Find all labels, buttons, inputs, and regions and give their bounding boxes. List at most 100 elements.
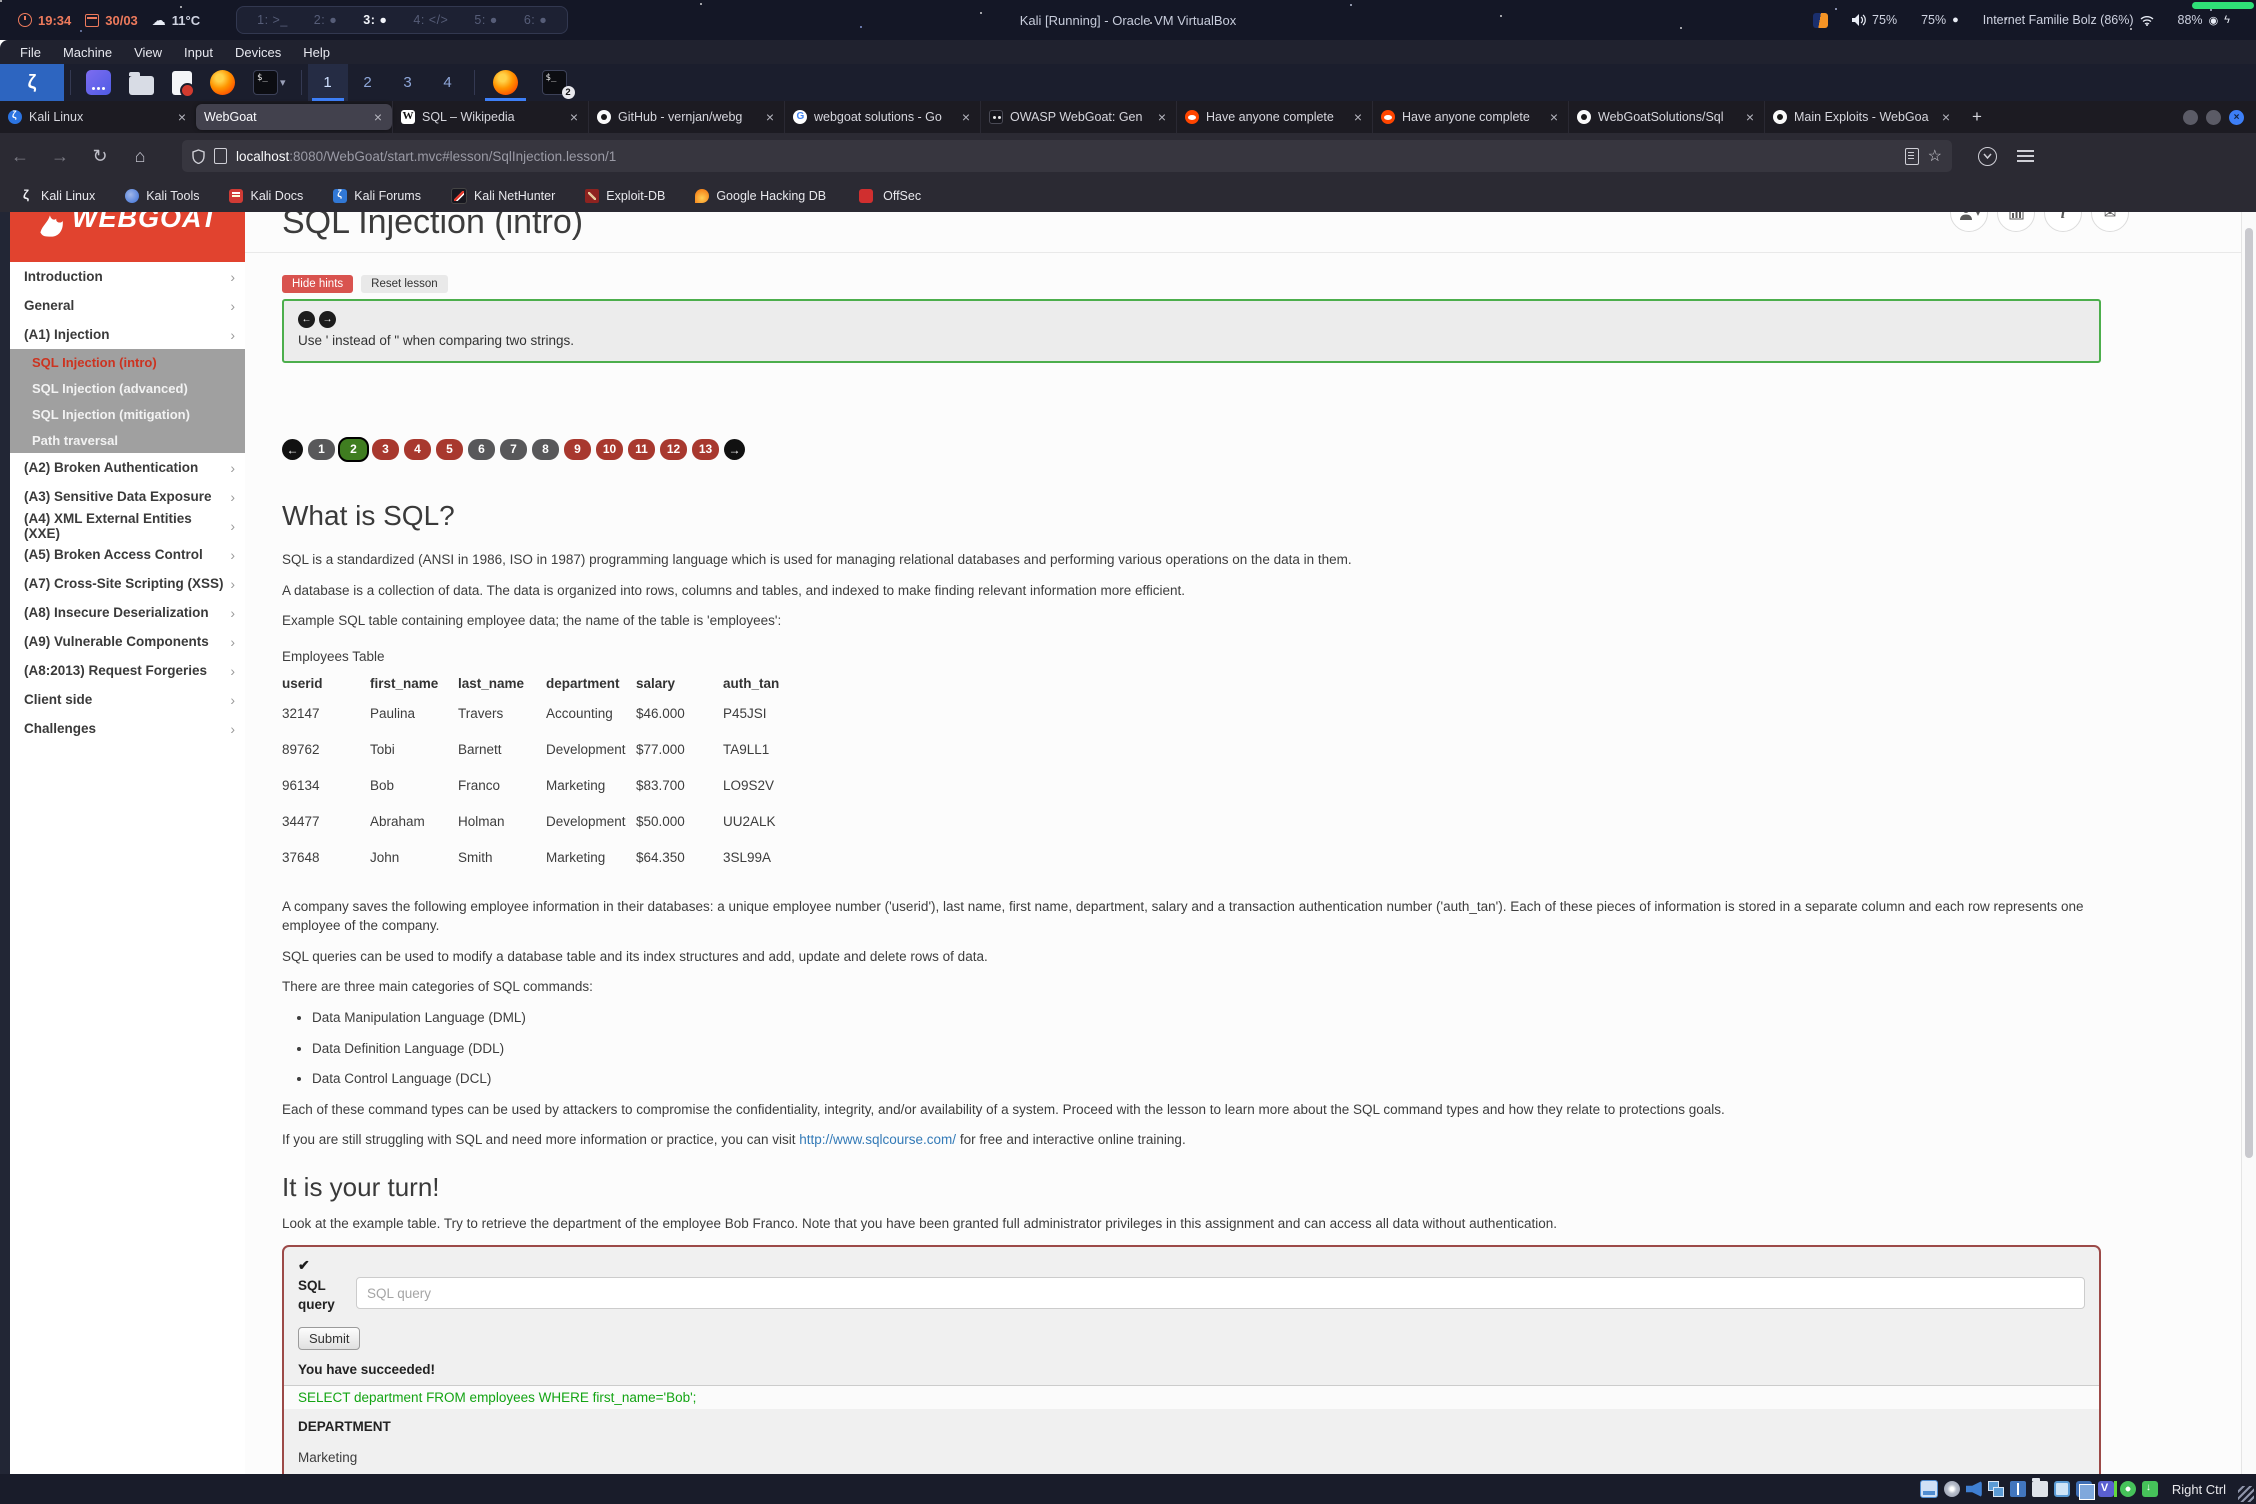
bookmark-item[interactable]: Kali Forums: [333, 189, 421, 203]
maximize-button[interactable]: [2206, 110, 2221, 125]
page-pill-5[interactable]: 5: [436, 439, 463, 460]
next-page-button[interactable]: →: [724, 439, 745, 460]
sidebar-item[interactable]: (A2) Broken Authentication›: [10, 453, 245, 482]
menu-devices[interactable]: Devices: [225, 45, 291, 60]
kali-workspace-4[interactable]: 4: [428, 64, 468, 101]
menu-view[interactable]: View: [124, 45, 172, 60]
windows-status-icon[interactable]: [2076, 1481, 2092, 1497]
terminal-launcher-button[interactable]: $_▾: [244, 64, 295, 101]
sidebar-item[interactable]: (A5) Broken Access Control›: [10, 540, 245, 569]
browser-tab[interactable]: GitHub - vernjan/webg×: [588, 101, 784, 133]
bookmark-item[interactable]: Kali Tools: [125, 189, 199, 203]
tab-close-icon[interactable]: ×: [1744, 109, 1756, 125]
battery-indicator[interactable]: 88%◉ϟ: [2178, 13, 2230, 27]
browser-tab[interactable]: Kali Linux×: [0, 101, 196, 133]
reader-mode-icon[interactable]: [1905, 148, 1919, 165]
browser-tab[interactable]: OWASP WebGoat: Gen×: [980, 101, 1176, 133]
browser-tab[interactable]: Main Exploits - WebGoa×: [1764, 101, 1960, 133]
pocket-icon[interactable]: [1978, 147, 1997, 166]
scoreboard-button[interactable]: [1997, 212, 2035, 232]
text-editor-button[interactable]: [163, 64, 201, 101]
page-pill-13[interactable]: 13: [692, 439, 719, 460]
page-pill-2[interactable]: 2: [338, 437, 369, 462]
sidebar-item[interactable]: (A7) Cross-Site Scripting (XSS)›: [10, 569, 245, 598]
host-workspace[interactable]: 4: </>: [413, 13, 448, 27]
tab-close-icon[interactable]: ×: [764, 109, 776, 125]
sidebar-item[interactable]: (A8) Insecure Deserialization›: [10, 598, 245, 627]
tab-close-icon[interactable]: ×: [1352, 109, 1364, 125]
page-pill-7[interactable]: 7: [500, 439, 527, 460]
kali-workspace-3[interactable]: 3: [388, 64, 428, 101]
folder-status-icon[interactable]: [2032, 1481, 2048, 1497]
new-tab-button[interactable]: +: [1960, 107, 1994, 127]
brightness-indicator[interactable]: 75%●: [1921, 13, 1959, 27]
firefox-window-button[interactable]: [481, 64, 530, 101]
sidebar-item[interactable]: SQL Injection (intro): [10, 349, 245, 375]
page-pill-10[interactable]: 10: [596, 439, 623, 460]
sidebar-item[interactable]: SQL Injection (advanced): [10, 375, 245, 401]
sidebar-item[interactable]: Path traversal: [10, 427, 245, 453]
bookmark-item[interactable]: Google Hacking DB: [695, 189, 826, 203]
sidebar-item[interactable]: Challenges›: [10, 714, 245, 743]
user-menu-button[interactable]: ▾: [1950, 212, 1988, 232]
net-status-icon[interactable]: [1988, 1481, 2004, 1497]
page-pill-11[interactable]: 11: [628, 439, 655, 460]
reload-button[interactable]: ↻: [80, 146, 120, 167]
hide-hints-button[interactable]: Hide hints: [282, 275, 353, 293]
bookmark-item[interactable]: Kali Docs: [229, 189, 303, 203]
menu-hamburger-icon[interactable]: [2017, 155, 2034, 157]
contact-button[interactable]: ✉: [2091, 212, 2129, 232]
audio-status-icon[interactable]: [1966, 1481, 1982, 1497]
close-window-button[interactable]: ×: [2229, 110, 2244, 125]
bookmark-item[interactable]: Kali Linux: [20, 189, 95, 203]
bookmark-item[interactable]: OffSec: [856, 189, 921, 203]
kali-workspace-1[interactable]: 1: [308, 64, 348, 101]
tab-close-icon[interactable]: ×: [568, 109, 580, 125]
sidebar-item[interactable]: Client side›: [10, 685, 245, 714]
page-pill-12[interactable]: 12: [660, 439, 687, 460]
browser-tab[interactable]: SQL – Wikipedia×: [392, 101, 588, 133]
menu-input[interactable]: Input: [174, 45, 223, 60]
bookmark-star-icon[interactable]: ☆: [1928, 146, 1942, 166]
browser-tab[interactable]: webgoat solutions - Go×: [784, 101, 980, 133]
sidebar-item[interactable]: (A1) Injection›: [10, 320, 245, 349]
url-bar[interactable]: localhost:8080/WebGoat/start.mvc#lesson/…: [182, 140, 1952, 172]
page-info-icon[interactable]: [214, 148, 227, 164]
page-pill-4[interactable]: 4: [404, 439, 431, 460]
usb-status-icon[interactable]: [2010, 1481, 2026, 1497]
about-button[interactable]: i: [2044, 212, 2082, 232]
browser-tab[interactable]: Have anyone complete×: [1176, 101, 1372, 133]
cd-status-icon[interactable]: [1944, 1481, 1960, 1497]
next-hint-button[interactable]: →: [319, 311, 336, 328]
menu-help[interactable]: Help: [293, 45, 340, 60]
file-manager-button[interactable]: [120, 64, 163, 101]
page-pill-8[interactable]: 8: [532, 439, 559, 460]
sidebar-item[interactable]: (A4) XML External Entities (XXE)›: [10, 511, 245, 540]
menu-file[interactable]: File: [10, 45, 51, 60]
bookmark-item[interactable]: Exploit-DB: [585, 189, 665, 203]
sidebar-item[interactable]: Introduction›: [10, 262, 245, 291]
sidebar-item[interactable]: General›: [10, 291, 245, 320]
hdd-status-icon[interactable]: [1920, 1480, 1938, 1498]
minimize-button[interactable]: [2183, 110, 2198, 125]
reset-lesson-button[interactable]: Reset lesson: [361, 275, 447, 293]
volume-indicator[interactable]: 75%: [1852, 13, 1897, 27]
host-workspace[interactable]: 3: ●: [363, 13, 387, 27]
url-text[interactable]: localhost:8080/WebGoat/start.mvc#lesson/…: [236, 149, 1896, 164]
tab-close-icon[interactable]: ×: [372, 109, 384, 125]
sidebar-item[interactable]: SQL Injection (mitigation): [10, 401, 245, 427]
virtualbox-tray-icon[interactable]: [1813, 13, 1828, 28]
sqlcourse-link[interactable]: http://www.sqlcourse.com/: [799, 1132, 956, 1147]
tab-close-icon[interactable]: ×: [1548, 109, 1560, 125]
vbox-status-icon[interactable]: [2098, 1481, 2114, 1497]
back-button[interactable]: ←: [0, 146, 40, 167]
home-button[interactable]: ⌂: [120, 146, 160, 167]
app-launcher-button[interactable]: [77, 64, 120, 101]
firefox-launcher-button[interactable]: [201, 64, 244, 101]
forward-button[interactable]: →: [40, 146, 80, 167]
kbd-status-icon[interactable]: [2142, 1481, 2158, 1497]
tab-close-icon[interactable]: ×: [1156, 109, 1168, 125]
previous-page-button[interactable]: ←: [282, 439, 303, 460]
page-pill-9[interactable]: 9: [564, 439, 591, 460]
resize-grip[interactable]: [2238, 1486, 2254, 1502]
